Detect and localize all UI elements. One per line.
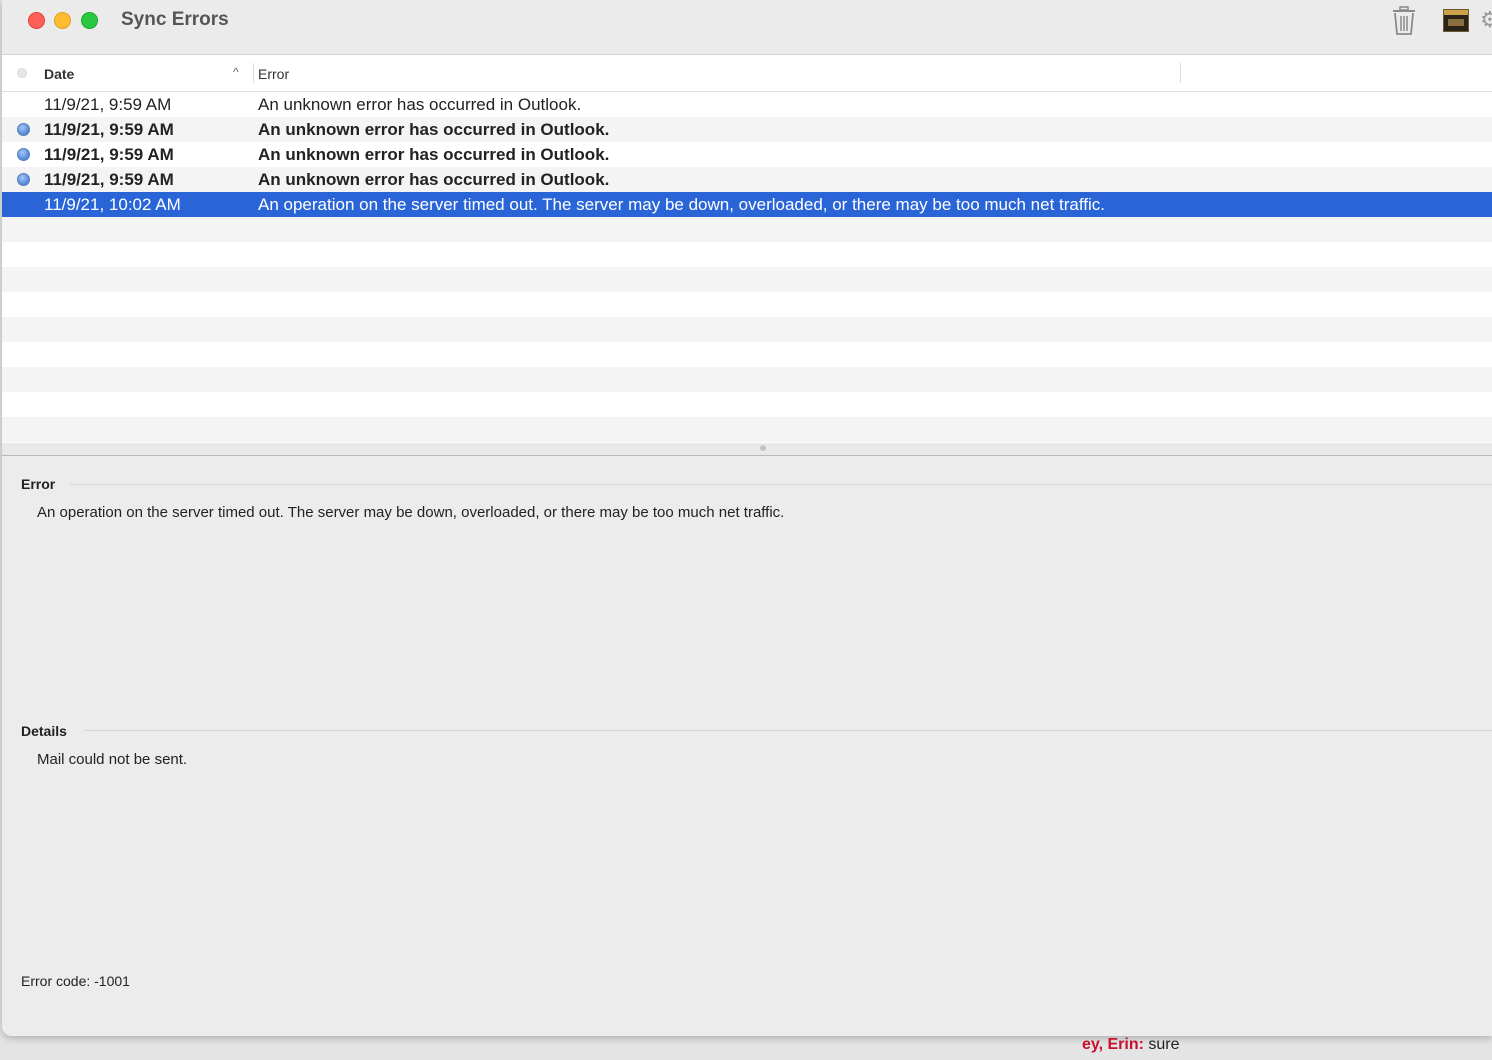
row-date: 11/9/21, 9:59 AM bbox=[44, 95, 172, 114]
date-column-header[interactable]: Date bbox=[44, 66, 74, 82]
table-row-selected[interactable]: 11/9/21, 10:02 AM An operation on the se… bbox=[2, 192, 1492, 217]
table-body: 11/9/21, 9:59 AM An unknown error has oc… bbox=[2, 92, 1492, 442]
minimize-button[interactable] bbox=[54, 12, 71, 29]
sync-errors-window: Sync Errors ⚙ Date ^ Error 11/9/21, 9:59… bbox=[2, 0, 1492, 1036]
empty-row bbox=[2, 267, 1492, 292]
gear-icon[interactable]: ⚙ bbox=[1480, 8, 1492, 32]
thumbnail-icon[interactable] bbox=[1443, 9, 1469, 32]
details-description: Mail could not be sent. bbox=[37, 751, 188, 768]
empty-row bbox=[2, 392, 1492, 417]
row-date: 11/9/21, 9:59 AM bbox=[44, 145, 174, 164]
empty-row bbox=[2, 242, 1492, 267]
table-row[interactable]: 11/9/21, 9:59 AM An unknown error has oc… bbox=[2, 92, 1492, 117]
unread-column-header-icon[interactable] bbox=[17, 68, 27, 78]
empty-row bbox=[2, 217, 1492, 242]
row-error: An unknown error has occurred in Outlook… bbox=[258, 145, 610, 164]
row-error: An unknown error has occurred in Outlook… bbox=[258, 95, 582, 114]
unread-dot-icon bbox=[17, 173, 30, 186]
column-divider[interactable] bbox=[253, 63, 254, 83]
trash-icon[interactable] bbox=[1390, 6, 1418, 36]
row-date: 11/9/21, 9:59 AM bbox=[44, 120, 174, 139]
table-row[interactable]: 11/9/21, 9:59 AM An unknown error has oc… bbox=[2, 142, 1492, 167]
zoom-button[interactable] bbox=[81, 12, 98, 29]
row-error: An operation on the server timed out. Th… bbox=[258, 195, 1105, 214]
detail-pane: Error An operation on the server timed o… bbox=[2, 456, 1492, 1036]
row-date: 11/9/21, 10:02 AM bbox=[44, 195, 181, 214]
row-date: 11/9/21, 9:59 AM bbox=[44, 170, 174, 189]
splitter-handle-icon[interactable] bbox=[760, 445, 766, 451]
empty-row bbox=[2, 342, 1492, 367]
error-code: Error code: -1001 bbox=[21, 973, 130, 989]
details-section-heading: Details bbox=[21, 723, 67, 739]
close-button[interactable] bbox=[28, 12, 45, 29]
table-row[interactable]: 11/9/21, 9:59 AM An unknown error has oc… bbox=[2, 117, 1492, 142]
table-row[interactable]: 11/9/21, 9:59 AM An unknown error has oc… bbox=[2, 167, 1492, 192]
column-divider[interactable] bbox=[1180, 63, 1181, 83]
sort-ascending-icon[interactable]: ^ bbox=[233, 65, 239, 79]
empty-row bbox=[2, 417, 1492, 442]
unread-dot-icon bbox=[17, 148, 30, 161]
row-error: An unknown error has occurred in Outlook… bbox=[258, 120, 610, 139]
error-description: An operation on the server timed out. Th… bbox=[37, 504, 785, 521]
table-header: Date ^ Error bbox=[2, 55, 1492, 92]
window-title: Sync Errors bbox=[121, 9, 229, 30]
error-column-header[interactable]: Error bbox=[258, 66, 289, 82]
background-sender: ey, Erin: bbox=[1082, 1036, 1144, 1053]
pane-splitter[interactable] bbox=[2, 443, 1492, 456]
background-message-text: sure bbox=[1143, 1036, 1180, 1053]
unread-dot-icon bbox=[17, 123, 30, 136]
empty-row bbox=[2, 292, 1492, 317]
divider bbox=[70, 484, 1492, 485]
divider bbox=[84, 730, 1492, 731]
background-message: ey, Erin: sure bbox=[1082, 1036, 1180, 1054]
row-error: An unknown error has occurred in Outlook… bbox=[258, 170, 610, 189]
empty-row bbox=[2, 367, 1492, 392]
error-section-heading: Error bbox=[21, 476, 56, 492]
sync-errors-table: Date ^ Error 11/9/21, 9:59 AM An unknown… bbox=[2, 55, 1492, 443]
title-bar[interactable]: Sync Errors ⚙ bbox=[2, 0, 1492, 55]
empty-row bbox=[2, 317, 1492, 342]
